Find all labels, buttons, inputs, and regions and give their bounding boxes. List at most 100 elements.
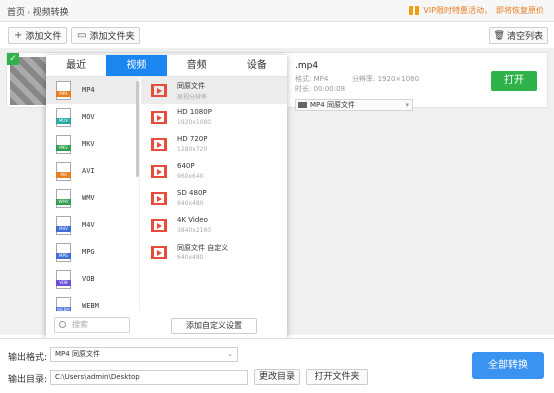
- promo-banner[interactable]: VIP限时特惠活动， 即将恢复原价: [409, 5, 544, 16]
- open-folder-button[interactable]: 打开文件夹: [306, 369, 368, 385]
- preset-item[interactable]: 4K Video 3840x2160: [141, 212, 287, 239]
- format-item-label: M4V: [82, 221, 95, 229]
- video-file-icon: [151, 165, 167, 178]
- play-icon: [157, 223, 162, 229]
- tab-recent[interactable]: 最近: [46, 55, 106, 76]
- format-item-mkv[interactable]: MKV MKV: [46, 131, 138, 158]
- format-item-avi[interactable]: AVI AVI: [46, 158, 138, 185]
- format-search-input[interactable]: 搜索: [54, 317, 130, 333]
- output-dir-field[interactable]: C:\Users\admin\Desktop: [50, 370, 248, 385]
- tab-video[interactable]: 视频: [106, 55, 167, 76]
- format-item-label: MPG: [82, 248, 95, 256]
- file-duration: 时长: 00:00:08: [295, 85, 346, 93]
- preset-item[interactable]: HD 720P 1280x720: [141, 131, 287, 158]
- breadcrumb-home[interactable]: 首页: [7, 8, 25, 18]
- play-icon: [157, 88, 162, 94]
- preset-subtitle: 640x480: [177, 254, 204, 261]
- preset-item[interactable]: HD 1080P 1920x1080: [141, 104, 287, 131]
- file-format-icon: MKV: [56, 135, 71, 154]
- file-name: .mp4: [295, 61, 319, 71]
- file-output-format-value: MP4 同原文件: [310, 101, 355, 109]
- check-icon[interactable]: ✓: [7, 53, 19, 65]
- format-item-label: MOV: [82, 113, 95, 121]
- file-format: 格式: MP4: [295, 75, 329, 83]
- add-file-label: 添加文件: [25, 32, 62, 42]
- folder-icon: ▭: [77, 30, 87, 41]
- file-format-icon: M4V: [56, 216, 71, 235]
- tab-audio[interactable]: 音频: [167, 55, 227, 76]
- format-item-label: AVI: [82, 167, 95, 175]
- preset-title: SD 480P: [177, 189, 207, 197]
- file-format-icon-band: VOB: [56, 280, 71, 286]
- file-format-icon: AVI: [56, 162, 71, 181]
- format-list: MP4 MP4 MOV MOV MKV MKV AVI AVI WMV WMV M4V M4V MPG M…: [46, 77, 140, 311]
- file-output-format-select[interactable]: MP4 同原文件 ▾: [295, 99, 413, 111]
- clear-list-button[interactable]: 🗑 清空列表: [488, 27, 548, 44]
- search-icon: [59, 321, 66, 328]
- format-item-mp4[interactable]: MP4 MP4: [46, 77, 138, 104]
- format-item-mov[interactable]: MOV MOV: [46, 104, 138, 131]
- open-button[interactable]: 打开: [491, 71, 537, 91]
- file-format-icon-band: MOV: [56, 118, 71, 124]
- promo-link[interactable]: 即将恢复原价: [496, 5, 544, 16]
- preset-subtitle: 原视分辨率: [177, 94, 208, 101]
- format-list-scrollbar[interactable]: [136, 81, 139, 177]
- preset-subtitle: 640x480: [177, 200, 204, 207]
- preset-item[interactable]: 同原文件 原视分辨率: [141, 77, 287, 104]
- video-file-icon: [151, 138, 167, 151]
- preset-item[interactable]: 640P 960x640: [141, 158, 287, 185]
- format-item-label: WEBM: [82, 302, 99, 310]
- format-item-label: WMV: [82, 194, 95, 202]
- video-file-icon: [151, 84, 167, 97]
- toolbar: + 添加文件 ▭ 添加文件夹 🗑 清空列表: [0, 24, 554, 46]
- file-resolution: 分辨率: 1920×1080: [352, 75, 420, 83]
- chevron-down-icon: ⌄: [227, 350, 233, 358]
- preset-item[interactable]: SD 480P 640x480: [141, 185, 287, 212]
- video-file-icon: [151, 246, 167, 259]
- add-folder-label: 添加文件夹: [89, 32, 135, 42]
- file-format-icon: WMV: [56, 189, 71, 208]
- format-item-webm[interactable]: WEBM WEBM: [46, 293, 138, 311]
- plus-icon: +: [14, 30, 23, 41]
- format-item-mpg[interactable]: MPG MPG: [46, 239, 138, 266]
- format-item-label: MP4: [82, 86, 95, 94]
- format-item-m4v[interactable]: M4V M4V: [46, 212, 138, 239]
- preset-title: HD 720P: [177, 135, 208, 143]
- file-format-icon-band: MP4: [56, 91, 71, 97]
- add-folder-button[interactable]: ▭ 添加文件夹: [71, 27, 141, 44]
- format-item-vob[interactable]: VOB VOB: [46, 266, 138, 293]
- file-format-icon-band: WMV: [56, 199, 71, 205]
- preset-title: 同原文件 自定义: [177, 244, 229, 252]
- clear-list-label: 清空列表: [506, 32, 543, 42]
- video-format-icon: [298, 102, 307, 108]
- file-format-icon-band: AVI: [56, 172, 71, 178]
- breadcrumb-current: 视频转换: [32, 8, 69, 18]
- tab-device[interactable]: 设备: [227, 55, 287, 76]
- video-file-icon: [151, 111, 167, 124]
- format-item-label: MKV: [82, 140, 95, 148]
- play-icon: [157, 196, 162, 202]
- file-format-icon: WEBM: [56, 297, 71, 311]
- preset-item[interactable]: 同原文件 自定义 640x480: [141, 239, 287, 266]
- change-dir-button[interactable]: 更改目录: [254, 369, 300, 385]
- format-item-label: VOB: [82, 275, 95, 283]
- preset-title: 640P: [177, 162, 195, 170]
- convert-all-button[interactable]: 全部转换: [472, 352, 544, 379]
- preset-subtitle: 1920x1080: [177, 119, 212, 126]
- file-format-icon-band: MPG: [56, 253, 71, 259]
- preset-subtitle: 960x640: [177, 173, 204, 180]
- trash-icon: 🗑: [493, 30, 505, 41]
- format-item-wmv[interactable]: WMV WMV: [46, 185, 138, 212]
- video-file-icon: [151, 219, 167, 232]
- add-custom-setting-button[interactable]: 添加自定义设置: [171, 318, 257, 334]
- format-picker-popup: 最近 视频 音频 设备 MP4 MP4 MOV MOV MKV MKV AVI AVI WMV W…: [46, 55, 287, 338]
- output-format-select[interactable]: MP4 同原文件 ⌄: [50, 347, 238, 362]
- file-format-icon: MOV: [56, 108, 71, 127]
- preset-subtitle: 3840x2160: [177, 227, 212, 234]
- preset-title: HD 1080P: [177, 108, 212, 116]
- search-placeholder: 搜索: [72, 320, 88, 329]
- add-file-button[interactable]: + 添加文件: [8, 27, 68, 44]
- preset-list: 同原文件 原视分辨率 HD 1080P 1920x1080 HD 720P 1280x72…: [141, 77, 287, 311]
- promo-text: VIP限时特惠活动，: [423, 6, 492, 15]
- file-format-icon: MP4: [56, 81, 71, 100]
